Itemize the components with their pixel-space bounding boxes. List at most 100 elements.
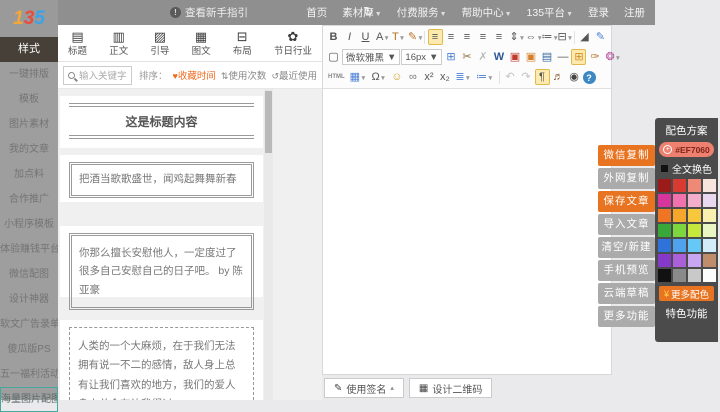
tab-title[interactable]: ▤ 标题 (68, 30, 87, 57)
color-swatch[interactable] (658, 254, 671, 267)
import-article-button[interactable]: 导入文章 (598, 214, 655, 235)
color-swatch[interactable] (673, 269, 686, 282)
save-article-button[interactable]: 保存文章 (598, 191, 655, 212)
template-card-title[interactable]: 这是标题内容 (60, 96, 263, 148)
special-char-button[interactable]: Ω▼ (370, 69, 389, 85)
template-card[interactable]: 把酒当歌歌盛世，闻鸡起舞舞新春 (60, 155, 263, 202)
phone-preview-button[interactable]: 手机预览 (598, 260, 655, 281)
color-swatch[interactable] (673, 209, 686, 222)
scrollbar-thumb[interactable] (265, 91, 272, 153)
wechat-copy-button[interactable]: 微信复制 (598, 145, 655, 166)
unordered-list-button[interactable]: ≔▼ (474, 69, 495, 85)
editor-canvas[interactable] (323, 89, 611, 372)
sidebar-item-wechat-images[interactable]: 微信配图 (0, 262, 58, 287)
nav-material-library[interactable]: 素材库▼ (342, 5, 381, 20)
table-button[interactable]: ⊞ (443, 49, 458, 65)
nav-login[interactable]: 登录 (588, 5, 609, 20)
insert-date-button[interactable]: ▦▼ (348, 69, 369, 85)
color-swatch[interactable] (658, 194, 671, 207)
template-card[interactable]: 人类的一个大麻烦，在于我们无法拥有说一不二的感情，敌人身上总有让我们喜欢的地方，… (60, 320, 263, 400)
current-color-chip[interactable]: + #EF7060 (659, 142, 714, 157)
color-swatch[interactable] (703, 209, 716, 222)
sort-by-recent-use[interactable]: ↺最近使用 (271, 68, 317, 82)
clear-format-button[interactable]: ✗ (475, 49, 490, 65)
redo-button[interactable]: ↷ (519, 69, 534, 85)
color-swatch[interactable] (673, 179, 686, 192)
nav-register[interactable]: 注册 (624, 5, 645, 20)
tab-body-text[interactable]: ▥ 正文 (109, 30, 128, 57)
refresh-icon[interactable]: ↻ (363, 4, 374, 20)
color-swatch[interactable] (688, 194, 701, 207)
font-size-select[interactable]: 16px▼ (401, 49, 442, 65)
underline-button[interactable]: U (358, 29, 373, 45)
color-swatch[interactable] (658, 209, 671, 222)
color-swatch[interactable] (673, 224, 686, 237)
format-brush-button[interactable]: ✎ (593, 29, 608, 45)
sidebar-item-mayday-activity[interactable]: 五一福利活动 (0, 362, 58, 387)
search-input[interactable]: 输入关键字 (63, 66, 132, 85)
sort-by-usage-count[interactable]: ⇅使用次数 (221, 68, 267, 82)
app-logo[interactable]: 135 (0, 0, 58, 37)
font-color-button[interactable]: A▼ (374, 29, 389, 45)
link-button[interactable]: ∞ (405, 69, 420, 85)
sidebar-item-ad-orders[interactable]: 软文广告录单 (0, 312, 58, 337)
more-colors-button[interactable]: ¥ 更多配色 (659, 286, 714, 301)
nav-135-platform[interactable]: 135平台▼ (527, 5, 573, 20)
line-height-button[interactable]: ⇕▼ (508, 29, 523, 45)
color-swatch[interactable] (703, 254, 716, 267)
color-swatch[interactable] (688, 179, 701, 192)
sidebar-item-one-click-format[interactable]: 一键排版 (0, 62, 58, 87)
sidebar-item-cooperation[interactable]: 合作推广 (0, 187, 58, 212)
nav-home[interactable]: 首页 (306, 5, 327, 20)
external-copy-button[interactable]: 外网复制 (598, 168, 655, 189)
template-list-scrollbar[interactable] (264, 89, 273, 400)
insert-template-button[interactable]: ⊞ (571, 49, 586, 65)
list-style-button[interactable]: ≔▼ (540, 29, 555, 45)
help-button[interactable]: ? (583, 71, 596, 84)
nav-paid-services[interactable]: 付费服务▼ (397, 5, 447, 20)
find-replace-button[interactable]: ◉ (567, 69, 582, 85)
color-swatch[interactable] (703, 224, 716, 237)
color-swatch[interactable] (658, 269, 671, 282)
sidebar-item-easy-ps[interactable]: 傻瓜版PS (0, 337, 58, 362)
color-swatch[interactable] (703, 194, 716, 207)
word-import-button[interactable]: W (491, 49, 506, 65)
html-source-button[interactable]: HTML (326, 69, 347, 85)
image-library-button[interactable]: ▣ (523, 49, 538, 65)
color-swatch[interactable] (703, 269, 716, 282)
clear-new-button[interactable]: 清空/新建 (598, 237, 655, 258)
notebook-button[interactable]: ▤ (539, 49, 554, 65)
align-justify-button[interactable]: ≡ (476, 29, 491, 45)
highlight-pen-button[interactable]: ✎▼ (406, 29, 421, 45)
image-upload-button[interactable]: ▣ (507, 49, 522, 65)
new-document-button[interactable]: ▢ (326, 49, 341, 65)
cloud-draft-button[interactable]: 云端草稿 (598, 283, 655, 304)
horizontal-rule-button[interactable]: — (555, 49, 570, 65)
text-to-speech-button[interactable]: ♬ (551, 69, 566, 85)
align-left-button[interactable]: ≡ (428, 29, 443, 45)
sidebar-item-extras[interactable]: 加点料 (0, 162, 58, 187)
sidebar-item-my-articles[interactable]: 我的文章 (0, 137, 58, 162)
color-swatch[interactable] (658, 239, 671, 252)
design-qrcode-tab[interactable]: ▦ 设计二维码 (409, 378, 492, 398)
ordered-list-button[interactable]: ≣▼ (453, 69, 473, 85)
align-center-button[interactable]: ≡ (444, 29, 459, 45)
template-card[interactable]: 你那么擅长安慰他人，一定度过了很多自己安慰自己的日子吧。 by 陈亚豪 (60, 226, 263, 297)
bold-button[interactable]: B (326, 29, 341, 45)
color-swatch[interactable] (688, 269, 701, 282)
more-functions-button[interactable]: 更多功能 (598, 306, 655, 327)
color-swatch[interactable] (673, 254, 686, 267)
sidebar-item-earn-platform[interactable]: 体验赚钱平台 (0, 237, 58, 262)
emoji-button[interactable]: ☺ (389, 69, 404, 85)
undo-button[interactable]: ↶ (503, 69, 518, 85)
use-signature-tab[interactable]: ✎ 使用签名 ▴ (324, 378, 404, 398)
tab-layout[interactable]: ⊟ 布局 (233, 30, 252, 57)
font-family-select[interactable]: 微软雅黑▼ (342, 49, 400, 65)
align-right-button[interactable]: ≡ (460, 29, 475, 45)
color-swatch[interactable] (703, 239, 716, 252)
color-swatch[interactable] (658, 224, 671, 237)
color-swatch[interactable] (673, 239, 686, 252)
sort-by-favorite-time[interactable]: ♥收藏时间 (173, 68, 216, 82)
color-swatch[interactable] (688, 254, 701, 267)
color-swatch[interactable] (688, 224, 701, 237)
